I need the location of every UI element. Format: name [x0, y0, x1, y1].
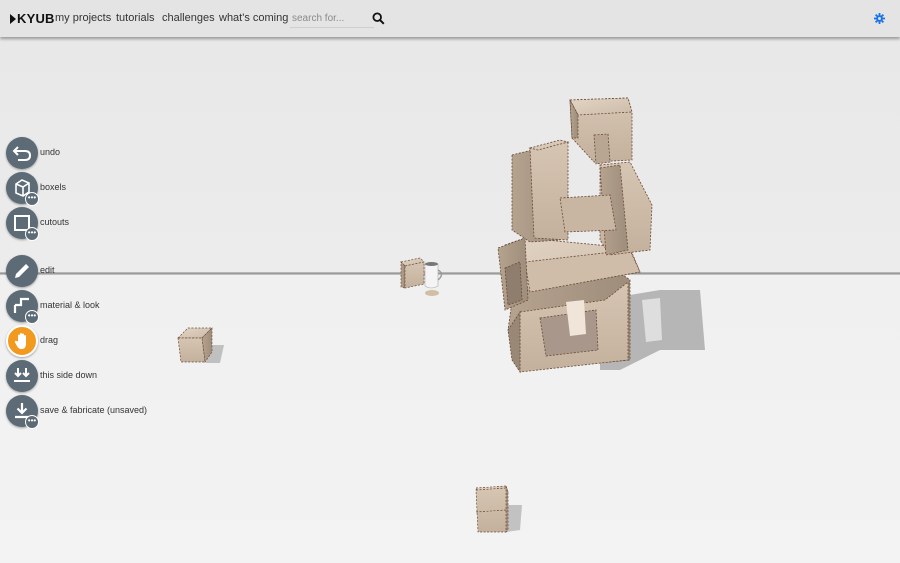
- edit-label: edit: [40, 265, 55, 275]
- nav-whats-coming[interactable]: what's coming: [219, 12, 288, 24]
- search-input[interactable]: [290, 9, 374, 28]
- boxels-label: boxels: [40, 182, 67, 192]
- small-cube-middle: [400, 257, 425, 289]
- drag-label: drag: [40, 335, 59, 345]
- save-fabricate-label: save & fabricate (unsaved): [40, 405, 148, 415]
- this-side-down-label: this side down: [40, 370, 98, 380]
- kyub-logo[interactable]: KYUB: [10, 11, 55, 26]
- undo-label: undo: [40, 147, 61, 157]
- logo-text: KYUB: [17, 11, 55, 26]
- material-more-icon[interactable]: •••: [25, 310, 39, 324]
- material-look-label: material & look: [40, 300, 100, 310]
- save-more-icon[interactable]: •••: [25, 415, 39, 429]
- nav-tutorials[interactable]: tutorials: [116, 12, 155, 24]
- logo-mark-icon: [10, 14, 16, 24]
- top-bar: KYUB my projects tutorials challenges wh…: [0, 0, 900, 37]
- undo-icon: [12, 146, 32, 161]
- search-icon[interactable]: [372, 12, 385, 25]
- pencil-icon: [15, 264, 29, 278]
- small-cube-bottom: [475, 485, 522, 533]
- scene-objects: [177, 97, 705, 533]
- hand-icon: [14, 333, 26, 349]
- 3d-canvas[interactable]: [0, 37, 900, 563]
- small-cube-left: [177, 327, 224, 363]
- boxel-structure: [497, 97, 653, 374]
- cutouts-label: cutouts: [40, 217, 70, 227]
- nav-challenges[interactable]: challenges: [162, 12, 215, 24]
- nav-my-projects[interactable]: my projects: [55, 12, 111, 24]
- side-down-icon: [14, 368, 30, 382]
- coffee-mug: [424, 262, 443, 296]
- boxels-more-icon[interactable]: •••: [25, 192, 39, 206]
- settings-gear-icon[interactable]: [874, 13, 885, 24]
- cutouts-more-icon[interactable]: •••: [25, 227, 39, 241]
